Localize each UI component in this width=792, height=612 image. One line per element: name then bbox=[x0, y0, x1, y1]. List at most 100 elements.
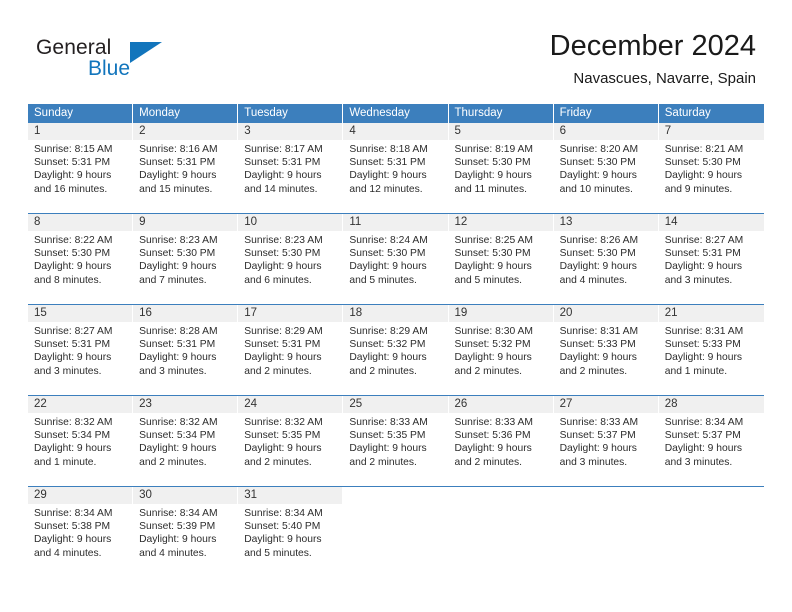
daylight-text-line2: and 1 minute. bbox=[664, 365, 728, 377]
daylight-text-line1: Daylight: 9 hours bbox=[139, 534, 217, 546]
calendar-table: Sunday Monday Tuesday Wednesday Thursday… bbox=[28, 104, 764, 577]
day-details: Sunrise: 8:32 AM Sunset: 5:34 PM Dayligh… bbox=[28, 413, 132, 469]
day-cell[interactable]: 28 Sunrise: 8:34 AM Sunset: 5:37 PM Dayl… bbox=[658, 396, 764, 486]
daylight-text-line2: and 1 minute. bbox=[34, 456, 97, 468]
day-cell[interactable]: 20 Sunrise: 8:31 AM Sunset: 5:33 PM Dayl… bbox=[553, 305, 659, 395]
daylight-text-line1: Daylight: 9 hours bbox=[559, 352, 637, 364]
day-details: Sunrise: 8:20 AM Sunset: 5:30 PM Dayligh… bbox=[554, 140, 658, 196]
sunrise-text: Sunrise: 8:32 AM bbox=[139, 417, 218, 428]
sunrise-text: Sunrise: 8:17 AM bbox=[244, 144, 323, 155]
daylight-text-line2: and 2 minutes. bbox=[349, 456, 417, 468]
daylight-text-line2: and 11 minutes. bbox=[454, 183, 528, 195]
day-cell[interactable]: 15 Sunrise: 8:27 AM Sunset: 5:31 PM Dayl… bbox=[28, 305, 134, 395]
sunset-text: Sunset: 5:32 PM bbox=[454, 339, 531, 351]
sunrise-text: Sunrise: 8:33 AM bbox=[454, 417, 533, 428]
sunrise-text: Sunrise: 8:27 AM bbox=[664, 235, 744, 246]
daylight-text-line1: Daylight: 9 hours bbox=[454, 443, 532, 455]
day-details: Sunrise: 8:33 AM Sunset: 5:37 PM Dayligh… bbox=[554, 413, 658, 469]
day-number: 18 bbox=[343, 305, 448, 322]
day-cell[interactable]: 14 Sunrise: 8:27 AM Sunset: 5:31 PM Dayl… bbox=[658, 214, 764, 304]
day-cell[interactable]: 30 Sunrise: 8:34 AM Sunset: 5:39 PM Dayl… bbox=[133, 487, 239, 577]
sunrise-text: Sunrise: 8:30 AM bbox=[454, 326, 533, 337]
day-number: 16 bbox=[133, 305, 238, 322]
sunrise-text: Sunrise: 8:16 AM bbox=[139, 144, 218, 155]
daylight-text-line1: Daylight: 9 hours bbox=[454, 352, 532, 364]
week-row: 29 Sunrise: 8:34 AM Sunset: 5:38 PM Dayl… bbox=[28, 486, 764, 577]
day-number: 10 bbox=[238, 214, 343, 231]
day-details: Sunrise: 8:26 AM Sunset: 5:30 PM Dayligh… bbox=[554, 231, 658, 287]
sunset-text: Sunset: 5:30 PM bbox=[664, 157, 741, 169]
day-cell[interactable]: 5 Sunrise: 8:19 AM Sunset: 5:30 PM Dayli… bbox=[448, 123, 554, 213]
day-cell[interactable]: 24 Sunrise: 8:32 AM Sunset: 5:35 PM Dayl… bbox=[238, 396, 344, 486]
day-cell[interactable]: 25 Sunrise: 8:33 AM Sunset: 5:35 PM Dayl… bbox=[343, 396, 449, 486]
day-details: Sunrise: 8:34 AM Sunset: 5:38 PM Dayligh… bbox=[28, 504, 132, 560]
day-number bbox=[553, 487, 658, 504]
sunrise-text: Sunrise: 8:23 AM bbox=[244, 235, 323, 246]
day-cell[interactable]: 8 Sunrise: 8:22 AM Sunset: 5:30 PM Dayli… bbox=[28, 214, 134, 304]
day-cell[interactable]: 18 Sunrise: 8:29 AM Sunset: 5:32 PM Dayl… bbox=[343, 305, 449, 395]
day-cell[interactable]: 1 Sunrise: 8:15 AM Sunset: 5:31 PM Dayli… bbox=[28, 123, 134, 213]
day-cell[interactable]: 6 Sunrise: 8:20 AM Sunset: 5:30 PM Dayli… bbox=[553, 123, 659, 213]
sunset-text: Sunset: 5:31 PM bbox=[139, 339, 216, 351]
daylight-text-line1: Daylight: 9 hours bbox=[454, 170, 532, 182]
day-details: Sunrise: 8:25 AM Sunset: 5:30 PM Dayligh… bbox=[449, 231, 553, 287]
calendar-page: General Blue December 2024 Navascues, Na… bbox=[0, 0, 792, 612]
day-cell[interactable]: 4 Sunrise: 8:18 AM Sunset: 5:31 PM Dayli… bbox=[343, 123, 449, 213]
sunset-text: Sunset: 5:31 PM bbox=[664, 248, 741, 260]
sunrise-text: Sunrise: 8:26 AM bbox=[559, 235, 639, 246]
daylight-text-line2: and 6 minutes. bbox=[244, 274, 312, 286]
sunset-text: Sunset: 5:30 PM bbox=[454, 157, 531, 169]
day-cell[interactable]: 2 Sunrise: 8:16 AM Sunset: 5:31 PM Dayli… bbox=[133, 123, 239, 213]
day-number: 13 bbox=[553, 214, 658, 231]
daylight-text-line2: and 5 minutes. bbox=[454, 274, 523, 286]
brand-name-blue: Blue bbox=[88, 57, 131, 80]
day-cell[interactable]: 26 Sunrise: 8:33 AM Sunset: 5:36 PM Dayl… bbox=[448, 396, 554, 486]
sunrise-text: Sunrise: 8:20 AM bbox=[559, 144, 639, 155]
daylight-text-line2: and 4 minutes. bbox=[139, 547, 207, 559]
day-cell[interactable]: 12 Sunrise: 8:25 AM Sunset: 5:30 PM Dayl… bbox=[448, 214, 554, 304]
day-cell[interactable]: 9 Sunrise: 8:23 AM Sunset: 5:30 PM Dayli… bbox=[133, 214, 239, 304]
day-details: Sunrise: 8:22 AM Sunset: 5:30 PM Dayligh… bbox=[28, 231, 132, 287]
day-details: Sunrise: 8:21 AM Sunset: 5:30 PM Dayligh… bbox=[659, 140, 764, 196]
brand-logo[interactable]: General Blue bbox=[36, 36, 236, 90]
day-number: 7 bbox=[658, 123, 764, 140]
weekday-thursday: Thursday bbox=[448, 104, 554, 123]
day-cell[interactable]: 13 Sunrise: 8:26 AM Sunset: 5:30 PM Dayl… bbox=[553, 214, 659, 304]
day-cell[interactable]: 3 Sunrise: 8:17 AM Sunset: 5:31 PM Dayli… bbox=[238, 123, 344, 213]
day-cell[interactable]: 29 Sunrise: 8:34 AM Sunset: 5:38 PM Dayl… bbox=[28, 487, 134, 577]
sunset-text: Sunset: 5:39 PM bbox=[139, 521, 216, 533]
sunset-text: Sunset: 5:30 PM bbox=[559, 157, 636, 169]
sunrise-text: Sunrise: 8:22 AM bbox=[34, 235, 113, 246]
sunrise-text: Sunrise: 8:32 AM bbox=[244, 417, 323, 428]
day-cell[interactable]: 27 Sunrise: 8:33 AM Sunset: 5:37 PM Dayl… bbox=[553, 396, 659, 486]
daylight-text-line1: Daylight: 9 hours bbox=[664, 261, 743, 273]
daylight-text-line2: and 3 minutes. bbox=[664, 274, 733, 286]
day-details: Sunrise: 8:27 AM Sunset: 5:31 PM Dayligh… bbox=[28, 322, 132, 378]
day-number: 4 bbox=[343, 123, 448, 140]
day-details: Sunrise: 8:32 AM Sunset: 5:34 PM Dayligh… bbox=[133, 413, 237, 469]
day-cell[interactable]: 10 Sunrise: 8:23 AM Sunset: 5:30 PM Dayl… bbox=[238, 214, 344, 304]
sunset-text: Sunset: 5:31 PM bbox=[244, 157, 321, 169]
day-details: Sunrise: 8:33 AM Sunset: 5:36 PM Dayligh… bbox=[449, 413, 553, 469]
day-cell[interactable]: 11 Sunrise: 8:24 AM Sunset: 5:30 PM Dayl… bbox=[343, 214, 449, 304]
weekday-header-row: Sunday Monday Tuesday Wednesday Thursday… bbox=[28, 104, 764, 123]
day-cell[interactable]: 17 Sunrise: 8:29 AM Sunset: 5:31 PM Dayl… bbox=[238, 305, 344, 395]
day-details: Sunrise: 8:15 AM Sunset: 5:31 PM Dayligh… bbox=[28, 140, 132, 196]
day-number: 17 bbox=[238, 305, 343, 322]
day-cell[interactable]: 16 Sunrise: 8:28 AM Sunset: 5:31 PM Dayl… bbox=[133, 305, 239, 395]
day-cell-empty bbox=[448, 487, 554, 577]
weekday-sunday: Sunday bbox=[28, 104, 134, 123]
day-details: Sunrise: 8:34 AM Sunset: 5:40 PM Dayligh… bbox=[238, 504, 342, 560]
day-cell[interactable]: 7 Sunrise: 8:21 AM Sunset: 5:30 PM Dayli… bbox=[658, 123, 764, 213]
sunrise-text: Sunrise: 8:28 AM bbox=[139, 326, 218, 337]
sunrise-text: Sunrise: 8:23 AM bbox=[139, 235, 218, 246]
day-cell[interactable]: 23 Sunrise: 8:32 AM Sunset: 5:34 PM Dayl… bbox=[133, 396, 239, 486]
sunset-text: Sunset: 5:31 PM bbox=[244, 339, 321, 351]
daylight-text-line1: Daylight: 9 hours bbox=[454, 261, 532, 273]
sunset-text: Sunset: 5:30 PM bbox=[559, 248, 636, 260]
day-cell[interactable]: 22 Sunrise: 8:32 AM Sunset: 5:34 PM Dayl… bbox=[28, 396, 134, 486]
day-number: 21 bbox=[658, 305, 764, 322]
day-cell[interactable]: 31 Sunrise: 8:34 AM Sunset: 5:40 PM Dayl… bbox=[238, 487, 344, 577]
day-cell[interactable]: 19 Sunrise: 8:30 AM Sunset: 5:32 PM Dayl… bbox=[448, 305, 554, 395]
day-cell[interactable]: 21 Sunrise: 8:31 AM Sunset: 5:33 PM Dayl… bbox=[658, 305, 764, 395]
